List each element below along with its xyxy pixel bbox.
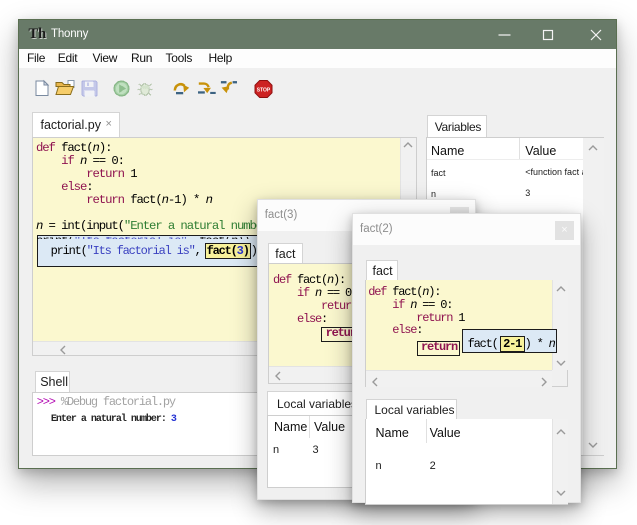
svg-text:STOP: STOP [257,87,271,93]
